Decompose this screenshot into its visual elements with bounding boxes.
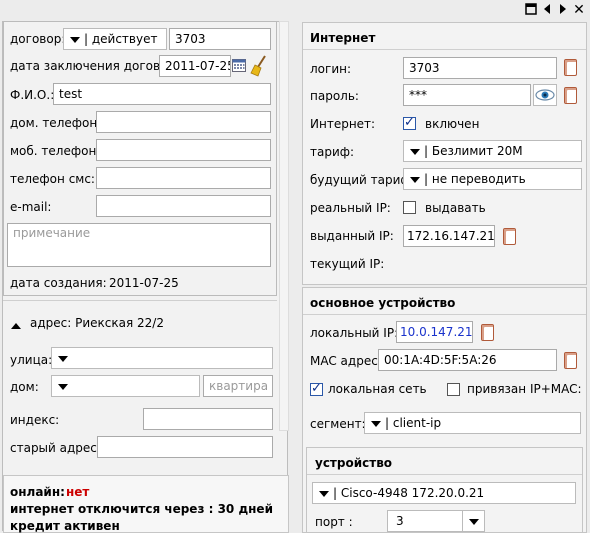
real-ip-check-label: выдавать [425, 201, 486, 215]
future-tariff-select[interactable]: | не переводить [403, 168, 582, 190]
home-phone-label: дом. телефон: [10, 116, 102, 130]
divider [303, 49, 586, 50]
local-net-label: локальная сеть [328, 382, 427, 396]
disconnect-text: интернет отключится через : 30 дней [10, 502, 273, 516]
restore-icon[interactable] [524, 3, 538, 17]
street-select[interactable] [51, 347, 273, 369]
online-status: нет [66, 485, 90, 499]
notepad-icon[interactable] [481, 324, 494, 341]
bind-label: привязан IP+MAC: [467, 382, 582, 396]
real-ip-label: реальный IP: [310, 201, 391, 215]
email-field[interactable] [96, 195, 271, 217]
flat-field[interactable]: квартира [203, 375, 273, 397]
prev-icon[interactable] [540, 3, 554, 17]
mac-label: MAC адрес: [310, 354, 382, 368]
future-tariff-value: | не переводить [424, 172, 526, 186]
email-label: e-mail: [10, 200, 52, 214]
chevron-down-icon[interactable] [462, 511, 484, 531]
internet-label: Интернет: [310, 117, 376, 131]
device-select[interactable]: | Cisco-4948 172.20.0.21 [312, 482, 576, 504]
calendar-icon[interactable] [232, 58, 246, 75]
credit-text: кредит активен [10, 519, 120, 533]
note-textarea[interactable]: примечание [7, 223, 271, 267]
sub-device-title: устройство [315, 456, 393, 470]
house-label: дом: [10, 380, 39, 394]
port-label: порт : [315, 515, 353, 529]
real-ip-checkbox[interactable] [403, 201, 416, 214]
address-header[interactable]: адрес: Риекская 22/2 [30, 316, 164, 330]
contract-label: договор: [10, 32, 66, 46]
internet-check-label: включен [425, 117, 480, 131]
divider [303, 314, 586, 315]
local-ip-field[interactable]: 10.0.147.219 [396, 321, 473, 343]
tariff-label: тариф: [310, 145, 355, 159]
contract-status-select[interactable]: | действует [63, 28, 167, 50]
mac-field[interactable]: 00:1A:4D:5F:5A:26 [378, 349, 557, 371]
created-label: дата создания: [10, 276, 107, 290]
device-value: | Cisco-4948 172.20.0.21 [333, 486, 485, 500]
chevron-down-icon [58, 355, 68, 362]
sms-phone-label: телефон смс: [10, 172, 95, 186]
internet-title: Интернет [310, 31, 376, 45]
online-label: онлайн: [10, 485, 65, 499]
password-label: пароль: [310, 89, 359, 103]
index-field[interactable] [143, 408, 273, 430]
chevron-down-icon [319, 490, 329, 497]
tariff-select[interactable]: | Безлимит 20М [403, 140, 582, 162]
login-field[interactable]: 3703 [403, 57, 557, 79]
fio-label: Ф.И.О.: [10, 88, 55, 102]
old-address-field[interactable] [97, 436, 273, 458]
broom-icon[interactable] [250, 55, 268, 80]
chevron-down-icon [410, 148, 420, 155]
issued-ip-field[interactable]: 172.16.147.219 [403, 225, 495, 247]
window-toolbar: ✕ [0, 0, 590, 20]
fio-field[interactable]: test [53, 83, 271, 105]
segment-select[interactable]: | client-ip [364, 412, 581, 434]
login-label: логин: [310, 62, 352, 76]
tariff-value: | Безлимит 20М [424, 144, 523, 158]
future-tariff-label: будущий тариф: [310, 173, 415, 187]
left-scrollbar[interactable] [279, 21, 289, 431]
notepad-icon[interactable] [564, 352, 577, 369]
notepad-icon[interactable] [564, 87, 577, 104]
created-value: 2011-07-25 [109, 276, 179, 290]
old-address-label: старый адрес: [10, 441, 101, 455]
collapse-up-icon[interactable] [11, 318, 21, 332]
mobile-phone-label: моб. телефон: [10, 144, 101, 158]
divider [307, 474, 582, 475]
segment-value: | client-ip [385, 416, 442, 430]
sms-phone-field[interactable] [96, 167, 271, 189]
contract-date-field[interactable]: 2011-07-25 [159, 55, 231, 77]
street-label: улица: [10, 353, 53, 367]
divider [3, 300, 277, 301]
contract-status-value: | действует [84, 32, 158, 46]
issued-ip-label: выданный IP: [310, 229, 394, 243]
close-icon[interactable]: ✕ [572, 3, 586, 17]
contract-date-label: дата заключения догов... [10, 59, 172, 73]
chevron-down-icon [371, 420, 381, 427]
chevron-down-icon [410, 176, 420, 183]
port-select[interactable]: 3 [387, 510, 485, 532]
port-value: 3 [396, 514, 404, 528]
local-net-checkbox[interactable] [310, 381, 323, 396]
mobile-phone-field[interactable] [96, 139, 271, 161]
home-phone-field[interactable] [96, 111, 271, 133]
index-label: индекс: [10, 413, 60, 427]
chevron-down-icon [58, 383, 68, 390]
segment-label: сегмент: [310, 417, 366, 431]
eye-icon[interactable] [533, 84, 557, 106]
device-title: основное устройство [310, 296, 456, 310]
chevron-down-icon [70, 36, 80, 43]
next-icon[interactable] [556, 3, 570, 17]
internet-checkbox[interactable] [403, 115, 416, 130]
local-ip-label: локальный IP: [310, 326, 399, 340]
notepad-icon[interactable] [503, 228, 516, 245]
password-field[interactable]: *** [403, 84, 531, 106]
contract-number-field[interactable]: 3703 [169, 28, 271, 50]
notepad-icon[interactable] [564, 59, 577, 76]
current-ip-label: текущий IP: [310, 257, 385, 271]
house-select[interactable] [51, 375, 200, 397]
bind-checkbox[interactable] [447, 383, 460, 396]
